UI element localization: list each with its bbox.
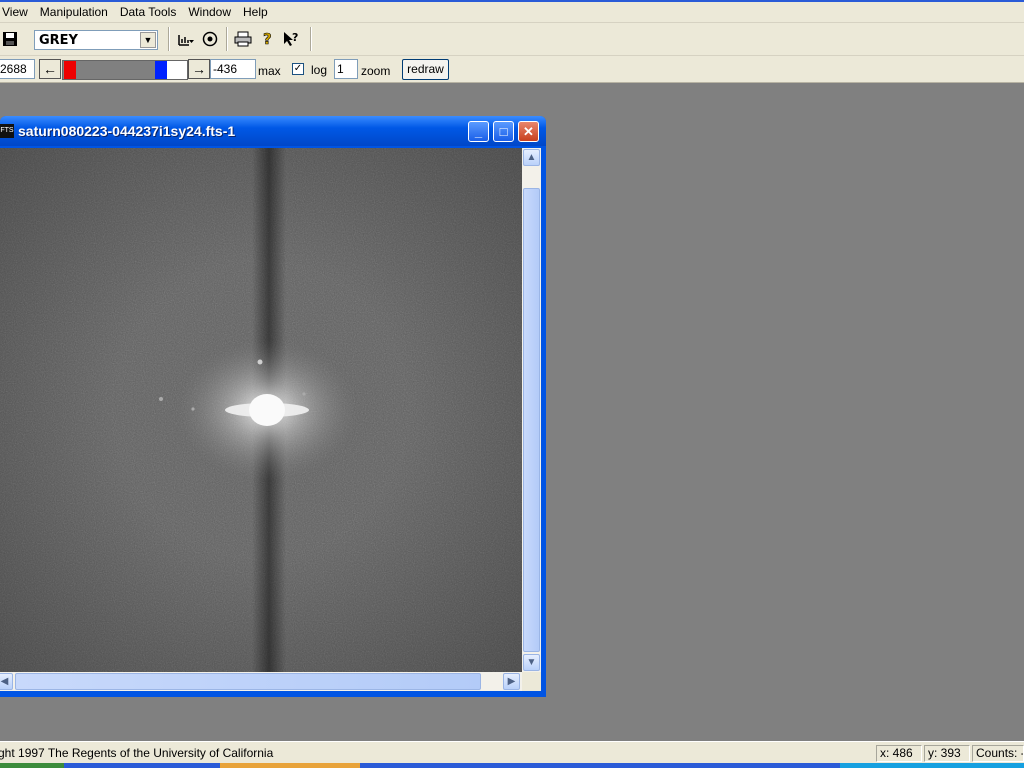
colormap-value: GREY [39, 33, 78, 48]
x-coordinate-readout: x: 486 [876, 745, 922, 762]
maximize-button[interactable]: □ [493, 121, 514, 142]
resize-grip-icon[interactable] [522, 672, 541, 691]
print-icon[interactable] [233, 29, 253, 49]
min-value-field[interactable]: 2688 [0, 59, 35, 79]
image-window-title: saturn080223-044237i1sy24.fts-1 [18, 123, 236, 139]
horizontal-scroll-thumb[interactable] [15, 673, 481, 690]
toolbar-separator [310, 27, 312, 51]
min-slider-handle[interactable] [64, 61, 76, 79]
min-left-arrow-button[interactable]: ← [39, 59, 61, 79]
svg-text:?: ? [263, 30, 272, 48]
image-window-titlebar[interactable]: FTS saturn080223-044237i1sy24.fts-1 _ □ … [0, 116, 546, 146]
max-slider-handle[interactable] [155, 61, 167, 79]
menu-help[interactable]: Help [237, 2, 274, 22]
chevron-down-icon[interactable]: ▼ [140, 32, 156, 48]
close-button[interactable]: ✕ [518, 121, 539, 142]
scale-slider[interactable] [62, 60, 188, 80]
minimize-button[interactable]: _ [468, 121, 489, 142]
menu-view[interactable]: View [0, 2, 34, 22]
svg-text:?: ? [292, 31, 298, 44]
vertical-scrollbar[interactable]: ▲ ▼ [522, 148, 541, 672]
menubar: View Manipulation Data Tools Window Help [0, 2, 1024, 23]
y-coordinate-readout: y: 393 [924, 745, 970, 762]
zoom-field[interactable]: 1 [334, 59, 358, 79]
colormap-select[interactable]: GREY ▼ [34, 30, 158, 50]
max-label: max [258, 64, 281, 78]
taskbar-strip [0, 763, 1024, 768]
zoom-label: zoom [361, 64, 391, 78]
scroll-down-icon[interactable]: ▼ [523, 654, 540, 671]
target-icon[interactable] [200, 29, 220, 49]
slider-end-marker [167, 61, 187, 79]
log-label: log [311, 63, 328, 77]
image-window: FTS saturn080223-044237i1sy24.fts-1 _ □ … [0, 116, 546, 697]
menu-data-tools[interactable]: Data Tools [114, 2, 182, 22]
counts-readout: Counts: - [972, 745, 1024, 762]
toolbar-separator [226, 27, 228, 51]
main-toolbar: GREY ▼ ? ? [0, 23, 1024, 56]
max-right-arrow-button[interactable]: → [188, 59, 210, 79]
scroll-right-icon[interactable]: ▶ [503, 673, 520, 690]
redraw-button[interactable]: redraw [402, 59, 449, 80]
line-profile-icon[interactable] [176, 29, 196, 49]
vertical-scroll-thumb[interactable] [523, 188, 540, 652]
scroll-left-icon[interactable]: ◀ [0, 673, 13, 690]
context-help-icon[interactable]: ? [282, 29, 302, 49]
menu-window[interactable]: Window [182, 2, 237, 22]
statusbar: ght 1997 The Regents of the University o… [0, 741, 1024, 764]
fits-image-canvas[interactable] [0, 148, 522, 672]
fits-file-icon: FTS [0, 124, 14, 138]
help-icon[interactable]: ? [258, 29, 278, 49]
saturn-image [0, 148, 522, 672]
menu-manipulation[interactable]: Manipulation [34, 2, 114, 22]
log-checkbox[interactable]: ✓ [292, 63, 304, 75]
save-icon[interactable] [0, 29, 20, 49]
copyright-text: ght 1997 The Regents of the University o… [0, 746, 274, 760]
max-value-field[interactable]: -436 [210, 59, 256, 79]
horizontal-scrollbar[interactable]: ◀ ▶ [0, 672, 522, 691]
toolbar-separator [168, 27, 170, 51]
scroll-up-icon[interactable]: ▲ [523, 149, 540, 166]
